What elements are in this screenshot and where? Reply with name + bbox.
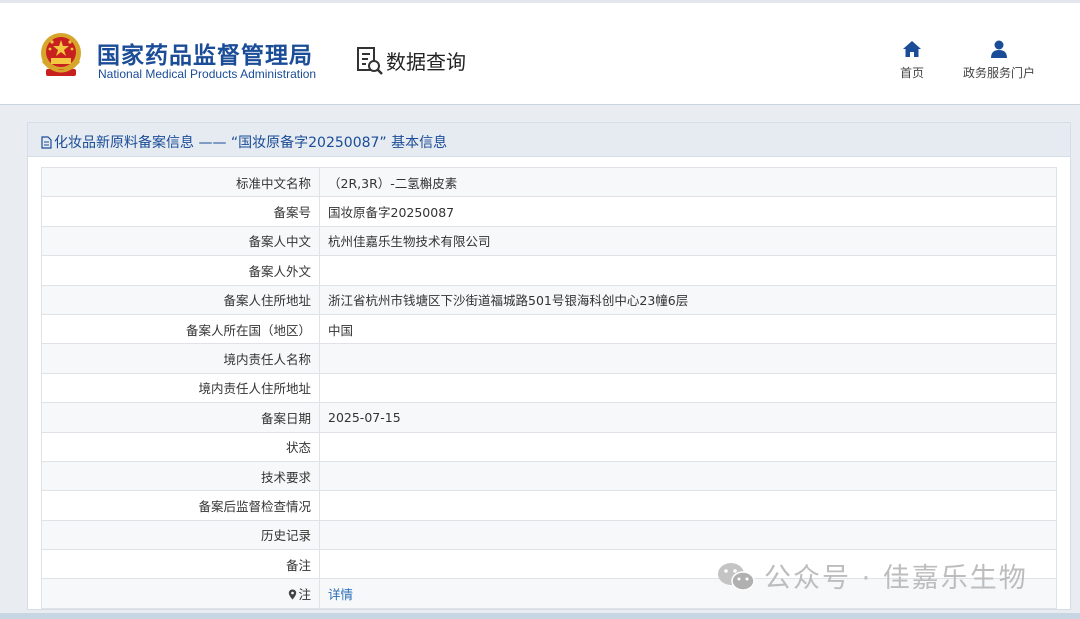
row-label-note: 注 xyxy=(41,578,320,609)
row-label: 状态 xyxy=(41,431,320,462)
row-label-text: 注 xyxy=(298,587,311,603)
table-row: 状态 xyxy=(41,431,1057,462)
row-label: 备案人所在国（地区） xyxy=(41,313,320,345)
wechat-icon xyxy=(718,563,755,591)
watermark-text: 公众号 · 佳嘉乐生物 xyxy=(764,563,1028,594)
table-row: 备案后监督检查情况 xyxy=(41,490,1057,521)
row-label: 备注 xyxy=(41,549,320,580)
row-value xyxy=(319,255,1057,286)
row-value: 国妆原备字20250087 xyxy=(319,196,1057,227)
row-value xyxy=(319,519,1057,551)
table-row: 历史记录 xyxy=(41,519,1057,551)
row-label: 标准中文名称 xyxy=(41,166,320,198)
home-icon xyxy=(903,41,921,57)
table-row: 境内责任人名称 xyxy=(41,343,1057,374)
row-value: 中国 xyxy=(319,313,1057,345)
table-row: 标准中文名称 （2R,3R）-二氢槲皮素 xyxy=(41,166,1057,198)
row-label: 境内责任人名称 xyxy=(41,343,320,374)
site-header: 国家药品监督管理局 National Medical Products Admi… xyxy=(0,3,1080,105)
national-emblem-icon xyxy=(41,33,81,76)
row-label: 历史记录 xyxy=(41,519,320,551)
nav-service-portal-label: 政务服务门户 xyxy=(962,66,1035,80)
info-table: 标准中文名称 （2R,3R）-二氢槲皮素 备案号 国妆原备字20250087 备… xyxy=(41,166,1057,609)
table-row: 备案日期 2025-07-15 xyxy=(41,402,1057,433)
location-pin-icon xyxy=(289,589,297,600)
row-label: 备案人中文 xyxy=(41,225,320,257)
bottom-band xyxy=(0,613,1080,619)
row-label: 境内责任人住所地址 xyxy=(41,372,320,404)
nav-service-portal[interactable]: 政务服务门户 xyxy=(958,40,1040,81)
row-value xyxy=(319,460,1057,492)
table-row: 技术要求 xyxy=(41,460,1057,492)
row-value xyxy=(319,343,1057,374)
row-label: 备案后监督检查情况 xyxy=(41,490,320,521)
row-label: 备案人住所地址 xyxy=(41,284,320,315)
panel-title-text: 化妆品新原料备案信息 —— “国妆原备字20250087” 基本信息 xyxy=(54,135,448,151)
row-value: 杭州佳嘉乐生物技术有限公司 xyxy=(319,225,1057,257)
table-row: 备案号 国妆原备字20250087 xyxy=(41,196,1057,227)
row-value xyxy=(319,431,1057,462)
org-name-en: National Medical Products Administration xyxy=(98,67,317,81)
user-icon xyxy=(991,40,1007,58)
row-label: 技术要求 xyxy=(41,460,320,492)
table-row: 备案人住所地址 浙江省杭州市钱塘区下沙街道福城路501号银海科创中心23幢6层 xyxy=(41,284,1057,315)
table-row: 备案人所在国（地区） 中国 xyxy=(41,313,1057,345)
nav-home[interactable]: 首页 xyxy=(896,40,928,81)
row-value xyxy=(319,372,1057,404)
row-value xyxy=(319,490,1057,521)
nav-home-label: 首页 xyxy=(899,66,924,80)
table-row: 境内责任人住所地址 xyxy=(41,372,1057,404)
data-query-title: 数据查询 xyxy=(386,50,466,74)
table-row: 备案人中文 杭州佳嘉乐生物技术有限公司 xyxy=(41,225,1057,257)
panel-header: 化妆品新原料备案信息 —— “国妆原备字20250087” 基本信息 xyxy=(28,123,1070,157)
row-value: 浙江省杭州市钱塘区下沙街道福城路501号银海科创中心23幢6层 xyxy=(319,284,1057,315)
info-panel: 化妆品新原料备案信息 —— “国妆原备字20250087” 基本信息 标准中文名… xyxy=(27,122,1071,610)
row-value: 2025-07-15 xyxy=(319,402,1057,433)
row-label: 备案人外文 xyxy=(41,255,320,286)
row-value: （2R,3R）-二氢槲皮素 xyxy=(319,166,1057,198)
org-name-cn: 国家药品监督管理局 xyxy=(97,43,313,69)
details-link[interactable]: 详情 xyxy=(328,587,353,602)
panel-title: 化妆品新原料备案信息 —— “国妆原备字20250087” 基本信息 xyxy=(41,132,447,152)
data-query-icon xyxy=(357,47,383,75)
row-label: 备案日期 xyxy=(41,402,320,433)
row-label: 备案号 xyxy=(41,196,320,227)
watermark: 公众号 · 佳嘉乐生物 xyxy=(716,556,1028,595)
table-row: 备案人外文 xyxy=(41,255,1057,286)
document-icon xyxy=(41,136,52,149)
